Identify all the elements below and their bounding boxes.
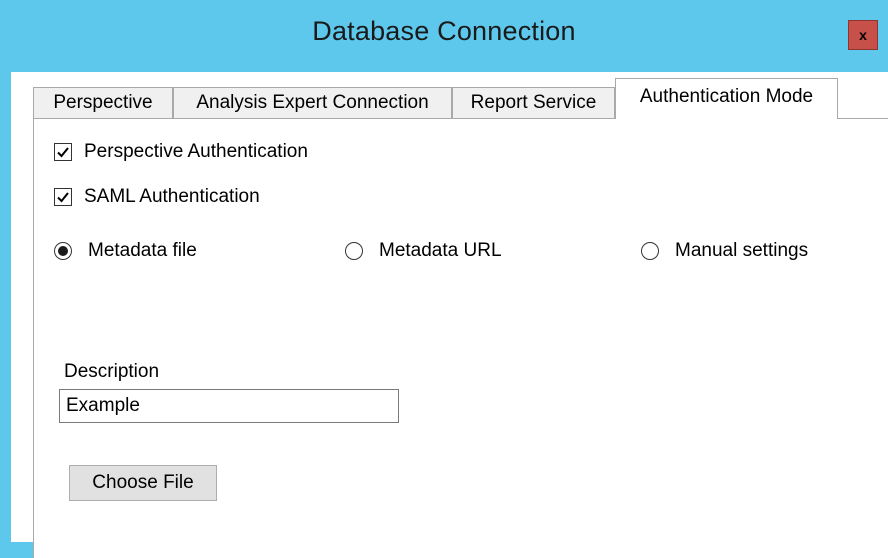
close-icon: x [859,27,867,43]
radio-button [345,242,363,260]
tab-analysis-expert-connection[interactable]: Analysis Expert Connection [173,87,452,118]
radio-label: Metadata URL [379,240,502,261]
description-input[interactable] [59,389,399,423]
choose-file-button[interactable]: Choose File [69,465,217,501]
perspective-authentication-checkbox[interactable]: Perspective Authentication [54,141,308,163]
tab-authentication-mode[interactable]: Authentication Mode [615,78,838,119]
tab-perspective[interactable]: Perspective [33,87,173,118]
tab-report-service[interactable]: Report Service [452,87,615,118]
authentication-mode-panel: Perspective Authentication SAML Authenti… [33,118,888,558]
description-label: Description [64,361,160,382]
radio-label: Metadata file [88,240,197,261]
radio-label: Manual settings [675,240,809,261]
window-title: Database Connection [312,16,576,46]
saml-authentication-label: SAML Authentication [84,186,260,207]
radio-button [641,242,659,260]
tab-label: Analysis Expert Connection [196,92,429,113]
dialog-client-area: Perspective Analysis Expert Connection R… [11,72,888,558]
tab-label: Authentication Mode [639,86,814,107]
radio-button [54,242,72,260]
radio-metadata-file[interactable]: Metadata file [54,240,197,262]
checkmark-icon [57,147,69,158]
radio-manual-settings[interactable]: Manual settings [641,240,808,262]
radio-metadata-url[interactable]: Metadata URL [345,240,502,262]
close-button[interactable]: x [848,20,878,50]
tab-label: Perspective [53,92,153,113]
radio-selected-dot [58,246,68,256]
checkbox-box [54,188,72,206]
title-bar: Database Connection x [0,0,888,80]
checkbox-box [54,143,72,161]
saml-authentication-checkbox[interactable]: SAML Authentication [54,186,260,208]
checkmark-icon [57,192,69,203]
tab-label: Report Service [470,92,597,113]
perspective-authentication-label: Perspective Authentication [84,141,308,162]
database-connection-window: Database Connection x Perspective Analys… [0,0,888,558]
